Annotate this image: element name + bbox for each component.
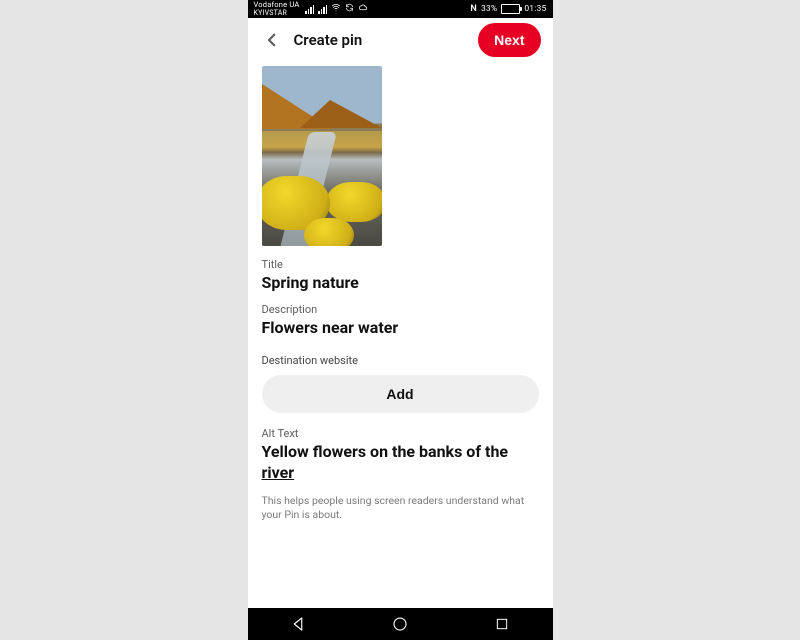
nav-home-button[interactable] [389,613,411,635]
alt-text-helper: This helps people using screen readers u… [262,494,539,522]
status-bar: Vodafone UA KYIVSTAR N 33% [248,0,553,18]
carrier-line-2: KYIVSTAR [254,9,300,17]
signal-icon-2 [318,5,327,14]
wifi-icon [331,3,341,15]
alt-text-part1: Yellow flowers on the banks of the [262,442,509,461]
signal-icon [305,5,314,14]
description-field[interactable]: Flowers near water [262,318,539,338]
alt-text-underlined: river [262,463,295,482]
status-icons-left [305,3,470,15]
clock: 01:35 [524,4,546,14]
carrier-line-1: Vodafone UA [254,1,300,9]
alt-text-field[interactable]: Yellow flowers on the banks of the river [262,442,539,484]
android-nav-bar [248,608,553,640]
nav-recent-button[interactable] [491,613,513,635]
nav-back-button[interactable] [287,613,309,635]
circle-home-icon [391,615,409,633]
battery-icon [501,4,520,14]
title-label: Title [262,258,539,271]
content-scroll[interactable]: Title Spring nature Description Flowers … [248,62,553,608]
back-button[interactable] [260,28,284,52]
description-label: Description [262,303,539,316]
chevron-left-icon [263,31,281,49]
pin-image-preview[interactable] [262,66,382,246]
phone-frame: Vodafone UA KYIVSTAR N 33% [248,0,553,640]
square-recent-icon [494,616,510,632]
carrier-label: Vodafone UA KYIVSTAR [254,1,300,17]
alt-text-label: Alt Text [262,427,539,440]
cloud-icon [358,3,368,15]
destination-label: Destination website [262,354,539,367]
page-title: Create pin [294,31,469,49]
app-bar: Create pin Next [248,18,553,62]
sync-icon [345,3,354,15]
nfc-icon: N [470,4,477,14]
battery-pct: 33% [481,4,497,14]
status-icons-right: N 33% 01:35 [470,4,546,14]
add-destination-button[interactable]: Add [262,375,539,413]
next-button[interactable]: Next [478,23,540,57]
triangle-back-icon [289,615,307,633]
title-field[interactable]: Spring nature [262,273,539,293]
